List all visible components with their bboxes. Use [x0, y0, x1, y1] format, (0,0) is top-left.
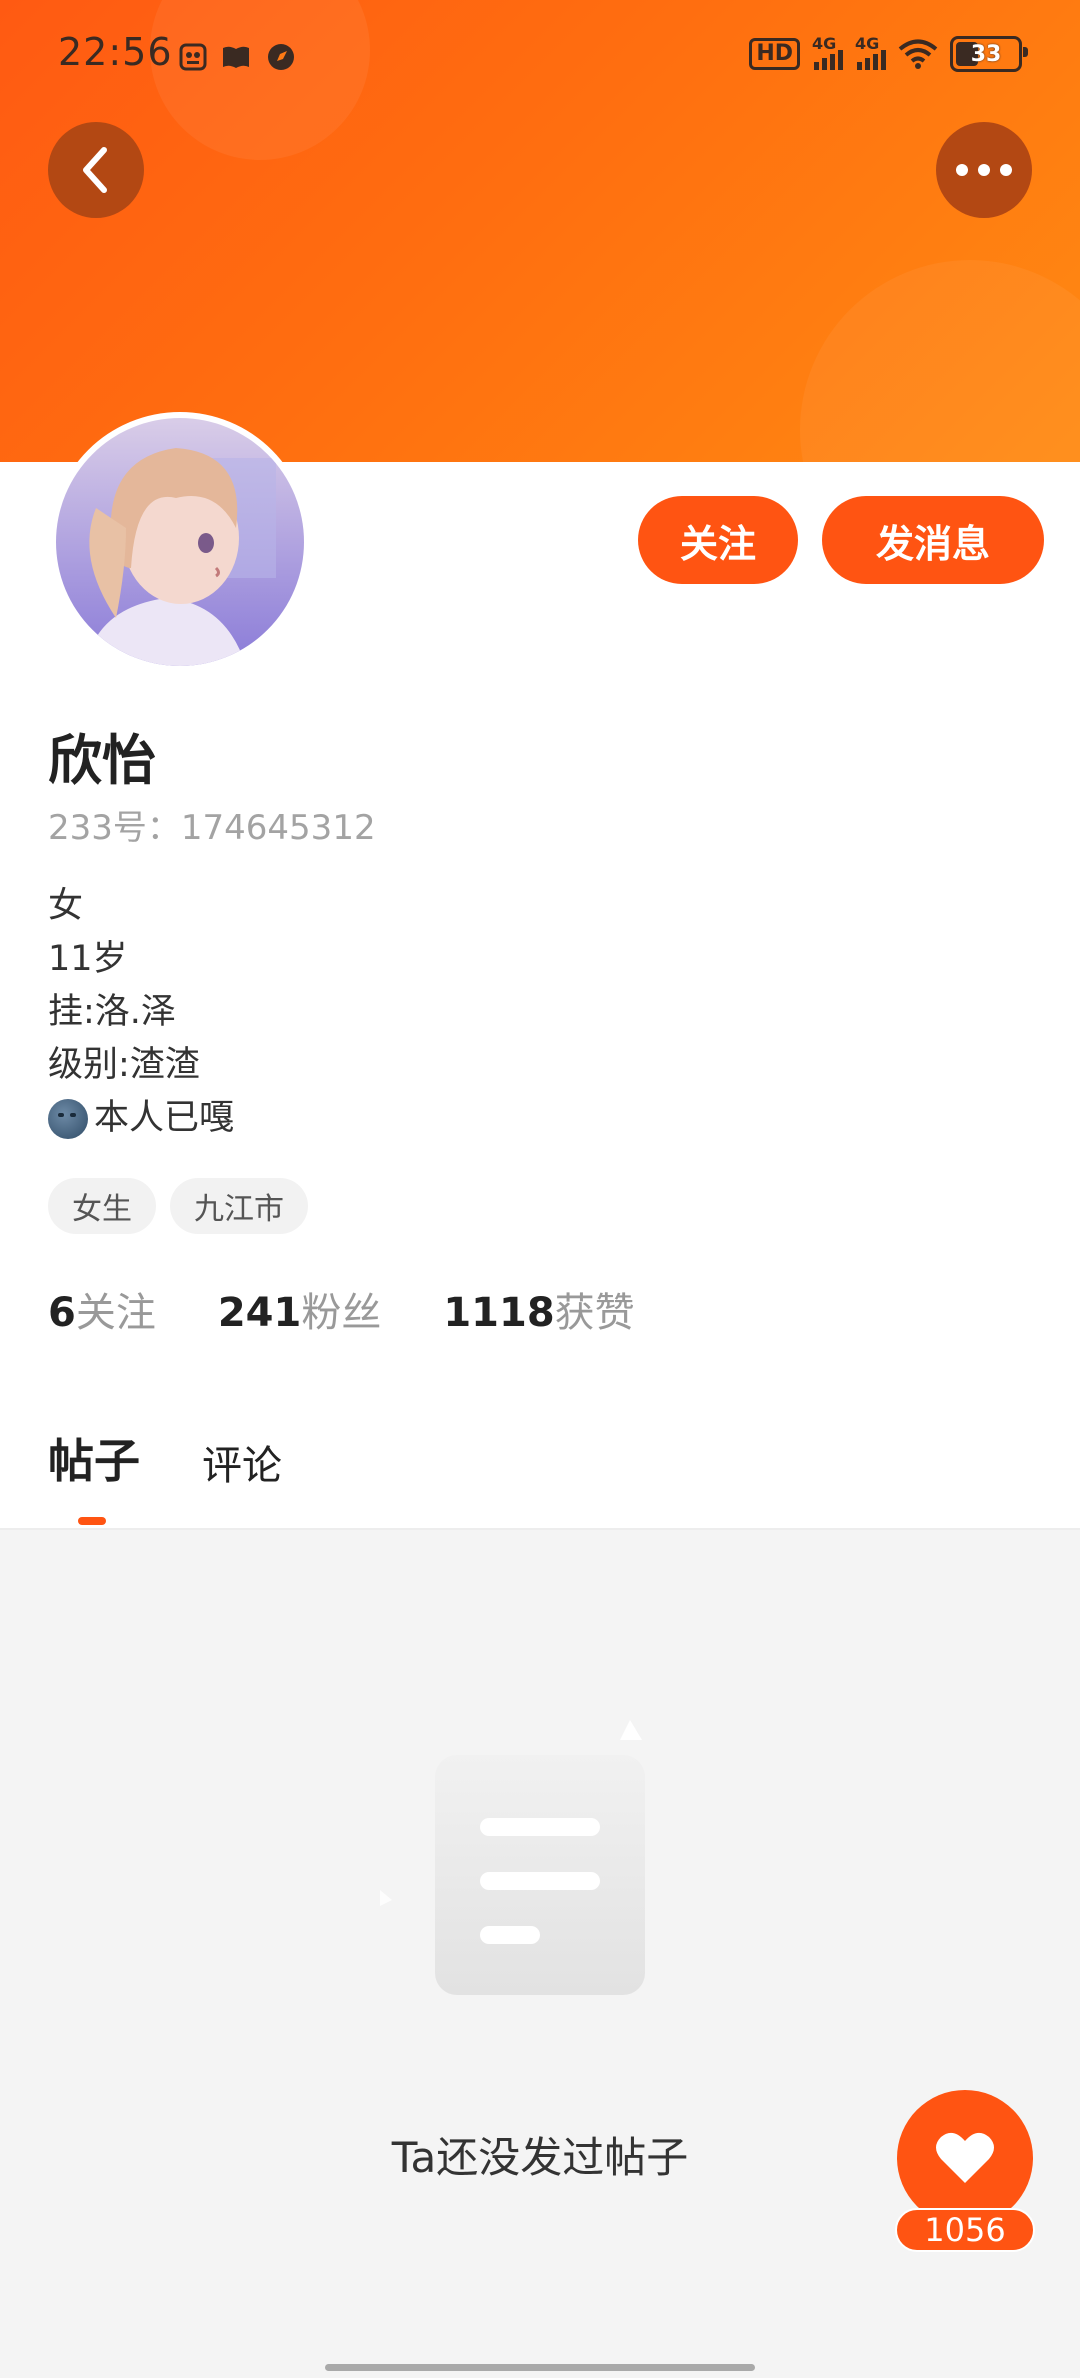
stat-label: 粉丝 — [301, 1290, 382, 1336]
signal-icon: 4G — [812, 34, 843, 70]
like-button[interactable] — [897, 2090, 1033, 2226]
signal-icon: 4G — [855, 34, 886, 70]
wifi-icon — [898, 39, 938, 69]
book-icon — [223, 46, 249, 68]
profile-name: 欣怡 — [48, 729, 156, 792]
stat-following[interactable]: 6关注 — [48, 1280, 156, 1338]
content-tabs: 帖子 评论 — [48, 1425, 282, 1525]
profile-stats: 6关注 241粉丝 1118获赞 — [48, 1280, 635, 1338]
bio-line: 11岁 — [48, 939, 128, 979]
follow-button[interactable]: 关注 — [638, 496, 798, 584]
profile-id: 233号：174645312 — [48, 808, 376, 848]
back-button[interactable] — [48, 122, 144, 218]
app-notification-icon — [179, 43, 207, 71]
tab-label: 帖子 — [48, 1434, 140, 1488]
banner-decoration — [800, 260, 1080, 462]
stat-likes[interactable]: 1118获赞 — [443, 1280, 634, 1338]
stat-number: 6 — [48, 1290, 76, 1336]
hd-badge: HD — [749, 38, 800, 70]
stat-label: 获赞 — [554, 1290, 635, 1336]
status-time: 22:56 — [58, 30, 173, 74]
bio-line: 女 — [48, 886, 84, 926]
bio-line: 级别:渣渣 — [48, 1045, 200, 1085]
tag-gender[interactable]: 女生 — [48, 1178, 156, 1234]
tab-posts[interactable]: 帖子 — [48, 1425, 140, 1525]
stat-number: 1118 — [443, 1290, 555, 1336]
profile-bio: 女 11岁 挂:洛.泽 级别:渣渣 本人已嘎 — [48, 880, 234, 1145]
tab-comments[interactable]: 评论 — [202, 1433, 282, 1491]
message-button[interactable]: 发消息 — [822, 496, 1044, 584]
more-dots-icon — [956, 164, 1012, 176]
profile-tags: 女生 九江市 — [48, 1178, 308, 1234]
bio-line-with-emoji: 本人已嘎 — [48, 1092, 234, 1145]
home-indicator[interactable] — [325, 2364, 755, 2371]
like-count: 1056 — [895, 2208, 1035, 2252]
document-icon — [380, 1720, 645, 1995]
battery-icon: 33 — [950, 36, 1028, 72]
bio-line: 本人已嘎 — [94, 1098, 235, 1138]
stat-followers[interactable]: 241粉丝 — [218, 1280, 382, 1338]
tab-indicator — [78, 1517, 106, 1525]
back-arrow-icon — [83, 147, 107, 193]
status-bar: 22:56 HD 4G 4G 33 — [0, 0, 1080, 115]
avatar-image — [56, 418, 304, 666]
tag-city[interactable]: 九江市 — [170, 1178, 308, 1234]
bio-line: 挂:洛.泽 — [48, 992, 176, 1032]
stat-label: 关注 — [75, 1290, 156, 1336]
avatar[interactable] — [50, 412, 310, 672]
heart-icon — [936, 2132, 994, 2183]
compass-icon — [268, 44, 294, 70]
stat-number: 241 — [217, 1290, 302, 1336]
status-right: HD 4G 4G 33 — [749, 34, 1028, 72]
moon-emoji-icon — [48, 1098, 88, 1139]
more-button[interactable] — [936, 122, 1032, 218]
